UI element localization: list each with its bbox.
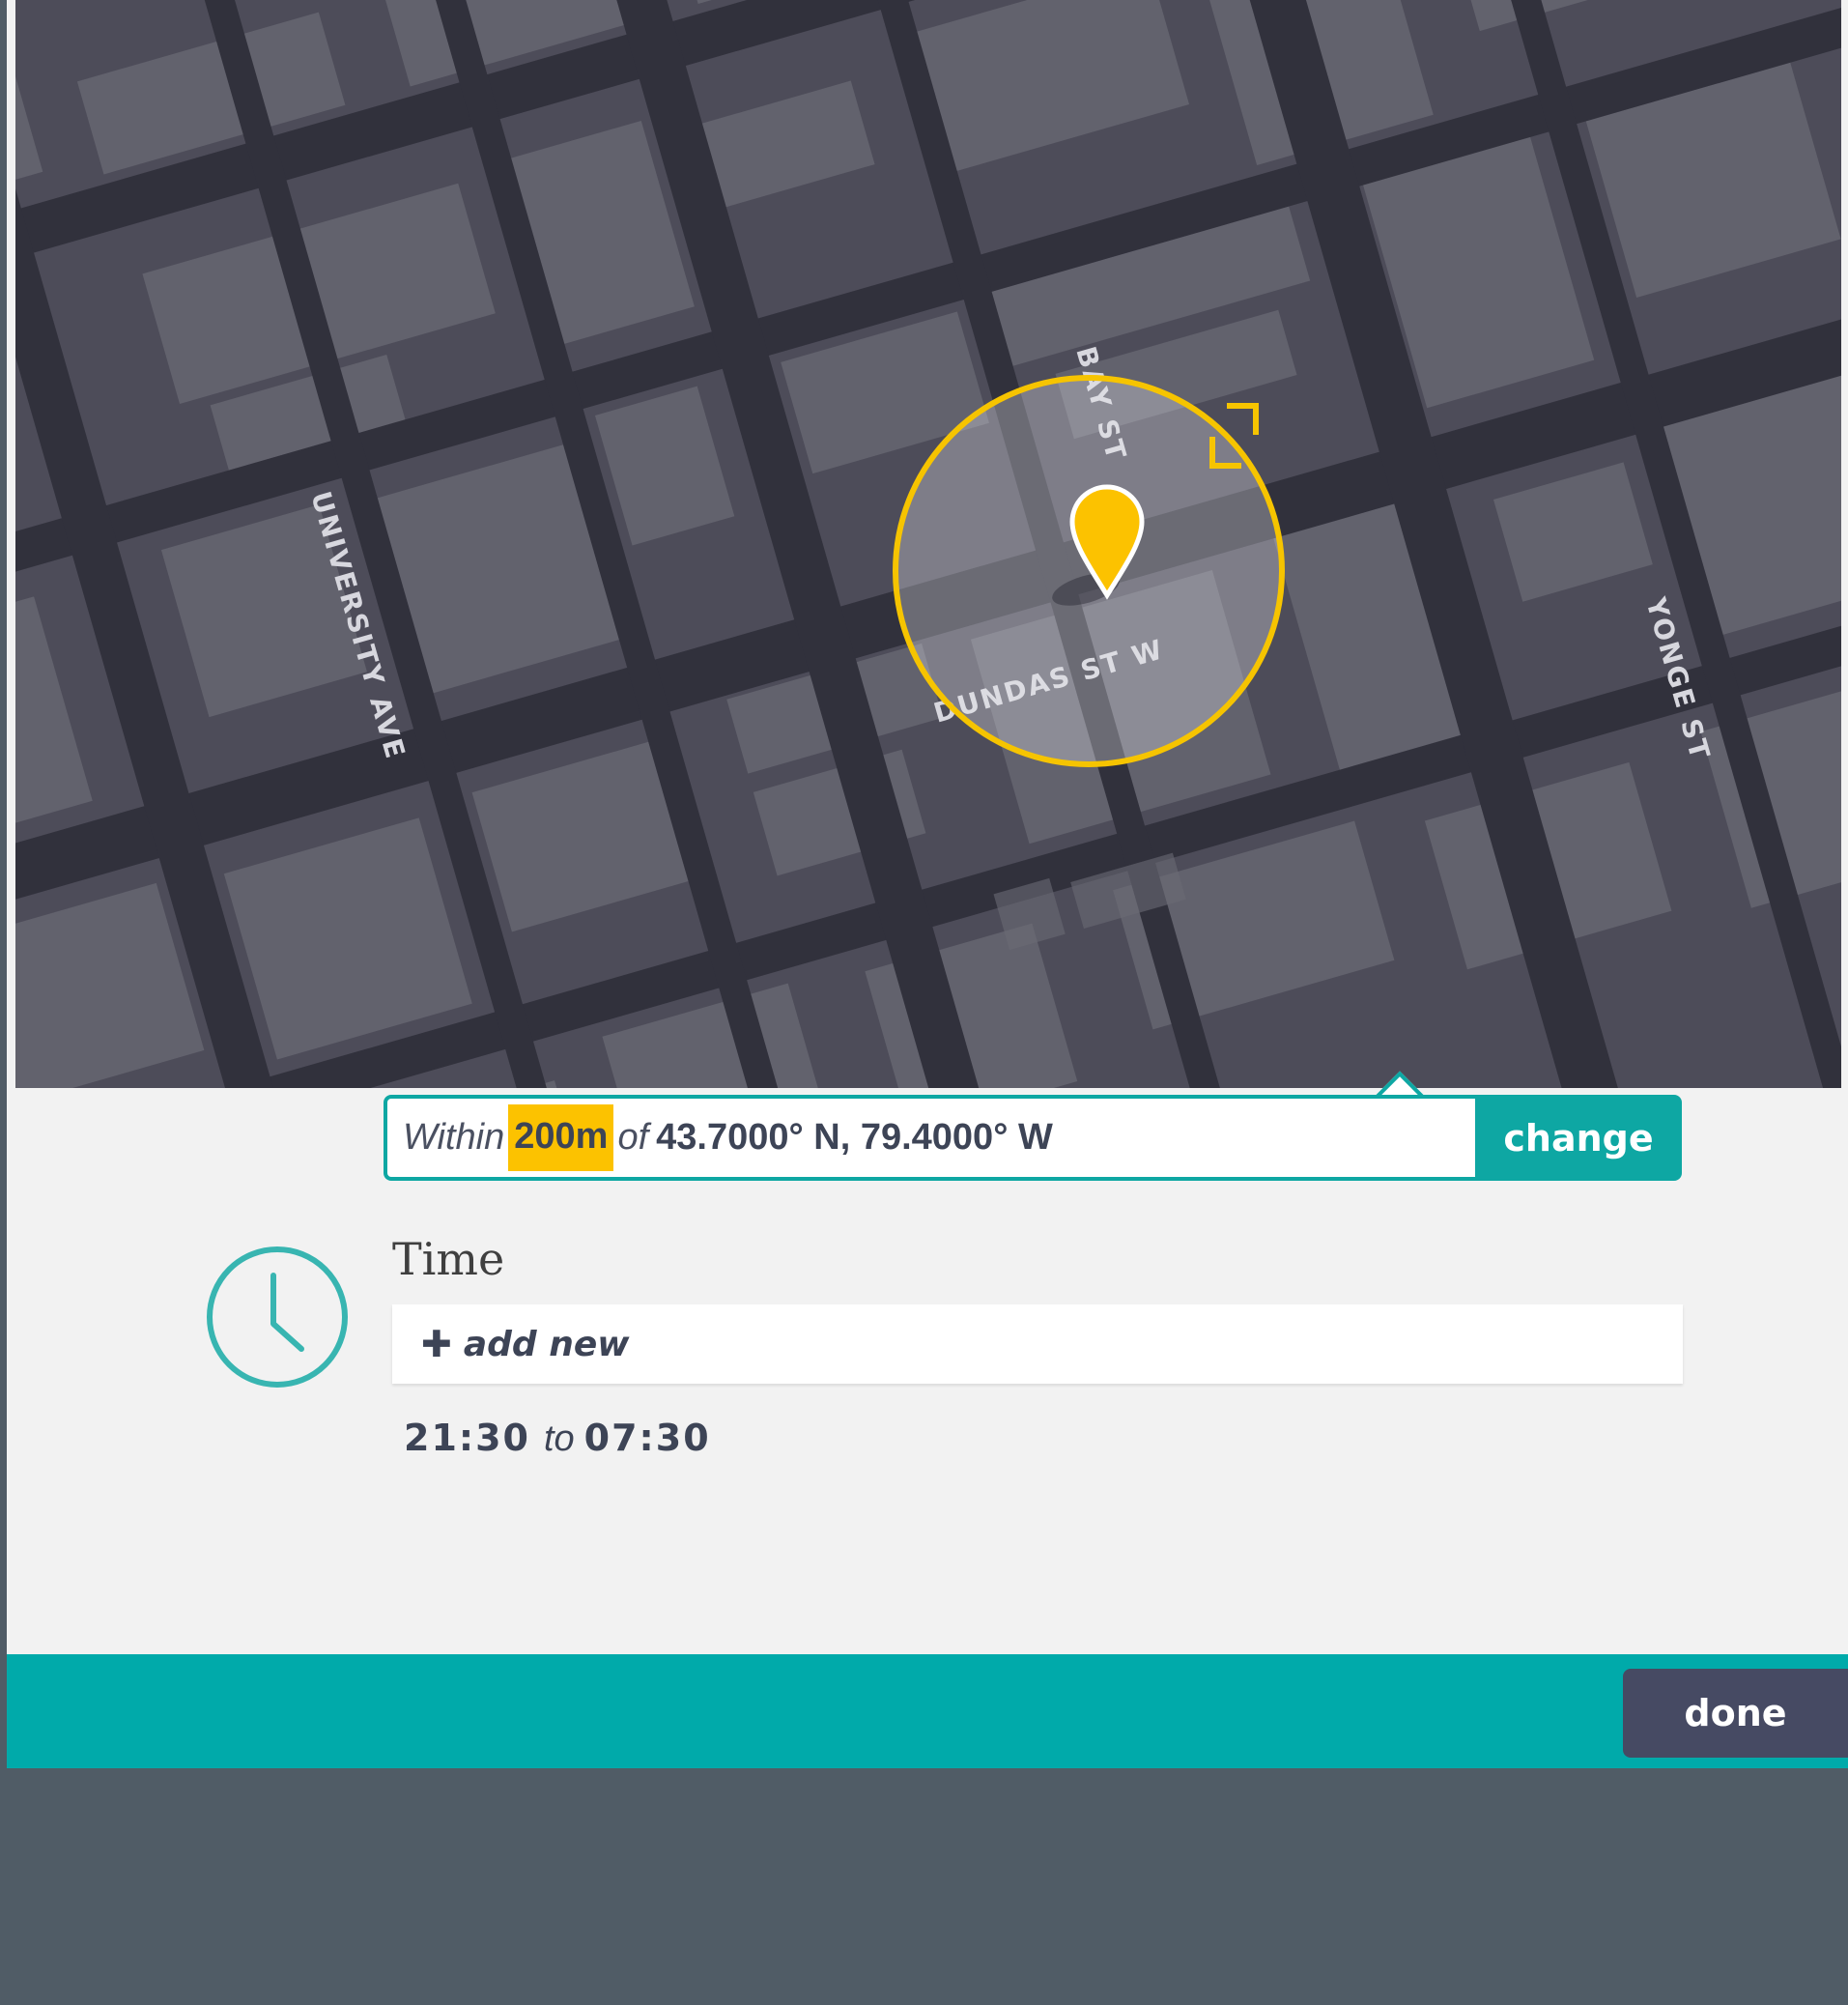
time-range-item[interactable]: 21:30 to 07:30: [404, 1417, 711, 1460]
of-label: of: [617, 1117, 649, 1158]
add-new-label: add new: [463, 1324, 630, 1364]
plus-icon: ✚: [421, 1323, 452, 1365]
clock-icon: [207, 1246, 348, 1388]
location-filter-field[interactable]: Within 200m of 43.7000° N, 79.4000° W: [384, 1095, 1478, 1181]
change-location-button[interactable]: change: [1475, 1095, 1682, 1181]
footer-bar: [7, 1654, 1848, 1768]
coordinates-value: 43.7000° N, 79.4000° W: [656, 1117, 1053, 1158]
time-range-start: 21:30: [404, 1417, 530, 1459]
time-range-separator: to: [543, 1418, 575, 1459]
time-section-title: Time: [392, 1233, 505, 1285]
time-range-end: 07:30: [583, 1417, 711, 1459]
add-new-time-button[interactable]: ✚ add new: [392, 1304, 1683, 1384]
map-view[interactable]: BAY ST UNIVERSITY AVE DUNDAS ST W YONGE …: [15, 0, 1841, 1088]
geofence-circle[interactable]: [893, 375, 1285, 767]
radius-highlight[interactable]: 200m: [508, 1104, 614, 1171]
within-label: Within: [403, 1117, 505, 1158]
location-filter-bar: Within 200m of 43.7000° N, 79.4000° W ch…: [384, 1071, 1682, 1181]
map-canvas[interactable]: BAY ST UNIVERSITY AVE DUNDAS ST W YONGE …: [15, 0, 1841, 1088]
done-button[interactable]: done: [1623, 1669, 1848, 1758]
